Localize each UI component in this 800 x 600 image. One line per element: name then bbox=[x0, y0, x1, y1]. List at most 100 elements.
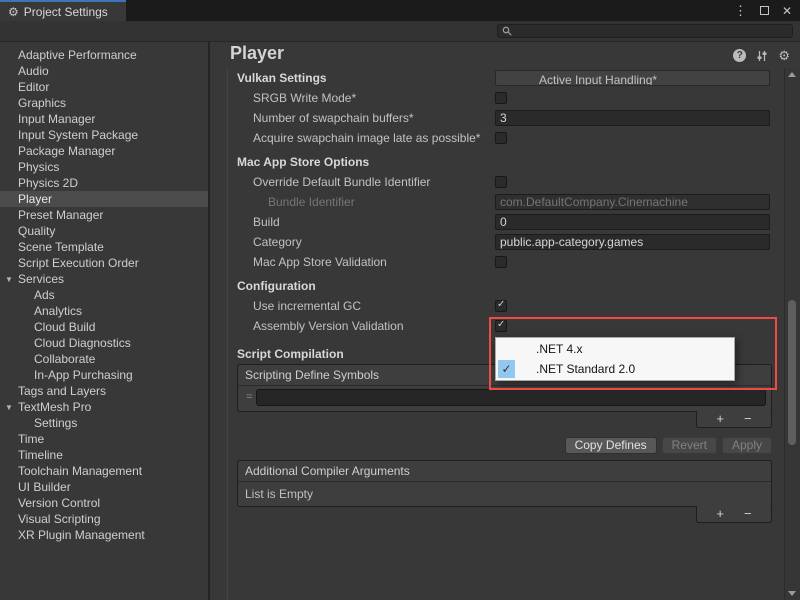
remove-item-button[interactable]: − bbox=[744, 509, 752, 519]
scrollbar-thumb[interactable] bbox=[788, 300, 796, 445]
sidebar-item-label: Input Manager bbox=[18, 112, 95, 126]
checkbox[interactable] bbox=[495, 320, 507, 332]
sidebar-item[interactable]: ▼ Cloud Diagnostics bbox=[0, 335, 208, 351]
sidebar-item[interactable]: ▼ Editor bbox=[0, 79, 208, 95]
maximize-icon[interactable] bbox=[760, 6, 769, 15]
sidebar-item[interactable]: ▼ Physics 2D bbox=[0, 175, 208, 191]
define-symbol-row: = bbox=[238, 386, 771, 411]
settings-panel: Player ? ⚙ Vulkan SettingsSRGB Write Mod… bbox=[210, 42, 800, 600]
vertical-scrollbar[interactable] bbox=[784, 68, 800, 600]
scroll-down-icon[interactable] bbox=[788, 591, 796, 596]
tab-project-settings[interactable]: ⚙ Project Settings bbox=[0, 0, 126, 21]
toolbar bbox=[0, 21, 800, 42]
checkbox[interactable] bbox=[495, 92, 507, 104]
section-header-row: Mac App Store Options bbox=[210, 152, 784, 172]
menu-item-net-4x[interactable]: .NET 4.x bbox=[496, 339, 734, 359]
sidebar-item[interactable]: ▼ Cloud Build bbox=[0, 319, 208, 335]
search-input[interactable] bbox=[515, 25, 788, 37]
text-field[interactable]: 0 bbox=[495, 214, 770, 230]
menu-item-net-standard-20[interactable]: ✓ .NET Standard 2.0 bbox=[496, 359, 734, 379]
checkbox[interactable] bbox=[495, 132, 507, 144]
text-field[interactable]: public.app-category.games bbox=[495, 234, 770, 250]
box-title: Additional Compiler Arguments bbox=[238, 461, 771, 482]
close-icon[interactable]: ✕ bbox=[782, 4, 792, 18]
sidebar-item[interactable]: ▼ Player bbox=[0, 191, 208, 207]
define-symbol-input[interactable] bbox=[257, 392, 765, 404]
sidebar-item-label: In-App Purchasing bbox=[34, 368, 133, 382]
remove-item-button[interactable]: − bbox=[744, 414, 752, 424]
sidebar-item-label: Tags and Layers bbox=[18, 384, 106, 398]
row-label: Mac App Store Options bbox=[237, 155, 369, 169]
menu-item-label: .NET 4.x bbox=[536, 342, 582, 356]
sidebar-item-label: Preset Manager bbox=[18, 208, 103, 222]
checkbox[interactable] bbox=[495, 256, 507, 268]
sidebar-item[interactable]: ▼ Package Manager bbox=[0, 143, 208, 159]
define-symbol-field[interactable] bbox=[256, 389, 766, 406]
checkbox[interactable] bbox=[495, 176, 507, 188]
add-item-button[interactable]: + bbox=[716, 509, 724, 519]
apply-button[interactable]: Apply bbox=[722, 437, 772, 454]
sidebar-item[interactable]: ▼ TextMesh Pro bbox=[0, 399, 208, 415]
sidebar-item[interactable]: ▼ Input Manager bbox=[0, 111, 208, 127]
sidebar-item[interactable]: ▼ Scene Template bbox=[0, 239, 208, 255]
sidebar-item[interactable]: ▼ Toolchain Management bbox=[0, 463, 208, 479]
list-footer-buttons: + − bbox=[696, 411, 772, 428]
foldout-arrow-icon[interactable]: ▼ bbox=[5, 272, 13, 288]
sidebar-item-label: Adaptive Performance bbox=[18, 48, 137, 62]
presets-icon[interactable] bbox=[756, 50, 768, 62]
sidebar-item[interactable]: ▼ Visual Scripting bbox=[0, 511, 208, 527]
sidebar-item-label: XR Plugin Management bbox=[18, 528, 145, 542]
sidebar-item[interactable]: ▼ Services bbox=[0, 271, 208, 287]
api-compatibility-dropdown-menu: .NET 4.x ✓ .NET Standard 2.0 bbox=[495, 337, 735, 381]
sidebar-item[interactable]: ▼ Quality bbox=[0, 223, 208, 239]
sidebar-item[interactable]: ▼ Timeline bbox=[0, 447, 208, 463]
search-icon bbox=[502, 26, 512, 36]
titlebar: ⚙ Project Settings ⋮ ✕ bbox=[0, 0, 800, 21]
sidebar-item-label: Settings bbox=[34, 416, 77, 430]
sidebar-item[interactable]: ▼ Script Execution Order bbox=[0, 255, 208, 271]
sidebar-item[interactable]: ▼ Preset Manager bbox=[0, 207, 208, 223]
add-item-button[interactable]: + bbox=[716, 414, 724, 424]
scroll-up-icon[interactable] bbox=[788, 72, 796, 77]
sidebar-item[interactable]: ▼ Ads bbox=[0, 287, 208, 303]
text-field[interactable]: com.DefaultCompany.Cinemachine bbox=[495, 194, 770, 210]
sidebar-item-label: Time bbox=[18, 432, 44, 446]
text-field[interactable]: 3 bbox=[495, 110, 770, 126]
sidebar-item[interactable]: ▼ In-App Purchasing bbox=[0, 367, 208, 383]
sidebar-item[interactable]: ▼ Physics bbox=[0, 159, 208, 175]
sidebar-item[interactable]: ▼ Audio bbox=[0, 63, 208, 79]
list-footer: + − bbox=[237, 412, 772, 428]
sidebar-item-label: Script Execution Order bbox=[18, 256, 139, 270]
settings-content: Vulkan SettingsSRGB Write Mode*Number of… bbox=[210, 68, 784, 600]
tab-title: Project Settings bbox=[24, 5, 108, 19]
sidebar-item-label: Editor bbox=[18, 80, 49, 94]
settings-row: Build0 bbox=[210, 212, 784, 232]
settings-rows: Vulkan SettingsSRGB Write Mode*Number of… bbox=[210, 68, 784, 336]
drag-handle-icon[interactable]: = bbox=[246, 391, 252, 403]
sidebar-item[interactable]: ▼ XR Plugin Management bbox=[0, 527, 208, 543]
sidebar-item[interactable]: ▼ Collaborate bbox=[0, 351, 208, 367]
checkbox[interactable] bbox=[495, 300, 507, 312]
sidebar-item[interactable]: ▼ Settings bbox=[0, 415, 208, 431]
sidebar-item[interactable]: ▼ Version Control bbox=[0, 495, 208, 511]
gear-icon: ⚙ bbox=[8, 6, 19, 18]
copy-defines-button[interactable]: Copy Defines bbox=[565, 437, 657, 454]
sidebar-item-label: TextMesh Pro bbox=[18, 400, 91, 414]
search-box[interactable] bbox=[497, 24, 793, 38]
sidebar-item[interactable]: ▼ Adaptive Performance bbox=[0, 47, 208, 63]
sidebar-item[interactable]: ▼ Time bbox=[0, 431, 208, 447]
gear-icon[interactable]: ⚙ bbox=[778, 49, 790, 62]
sidebar-item[interactable]: ▼ Input System Package bbox=[0, 127, 208, 143]
foldout-arrow-icon[interactable]: ▼ bbox=[5, 400, 13, 416]
sidebar-item[interactable]: ▼ UI Builder bbox=[0, 479, 208, 495]
row-label: Use incremental GC bbox=[253, 299, 361, 313]
sidebar-item[interactable]: ▼ Tags and Layers bbox=[0, 383, 208, 399]
row-label: Category bbox=[253, 235, 302, 249]
sidebar-item[interactable]: ▼ Graphics bbox=[0, 95, 208, 111]
revert-button[interactable]: Revert bbox=[662, 437, 717, 454]
window-menu-icon[interactable]: ⋮ bbox=[734, 3, 747, 19]
row-label: Mac App Store Validation bbox=[253, 255, 387, 269]
help-icon[interactable]: ? bbox=[733, 49, 746, 62]
sidebar-item[interactable]: ▼ Analytics bbox=[0, 303, 208, 319]
sidebar-item-label: Physics 2D bbox=[18, 176, 78, 190]
